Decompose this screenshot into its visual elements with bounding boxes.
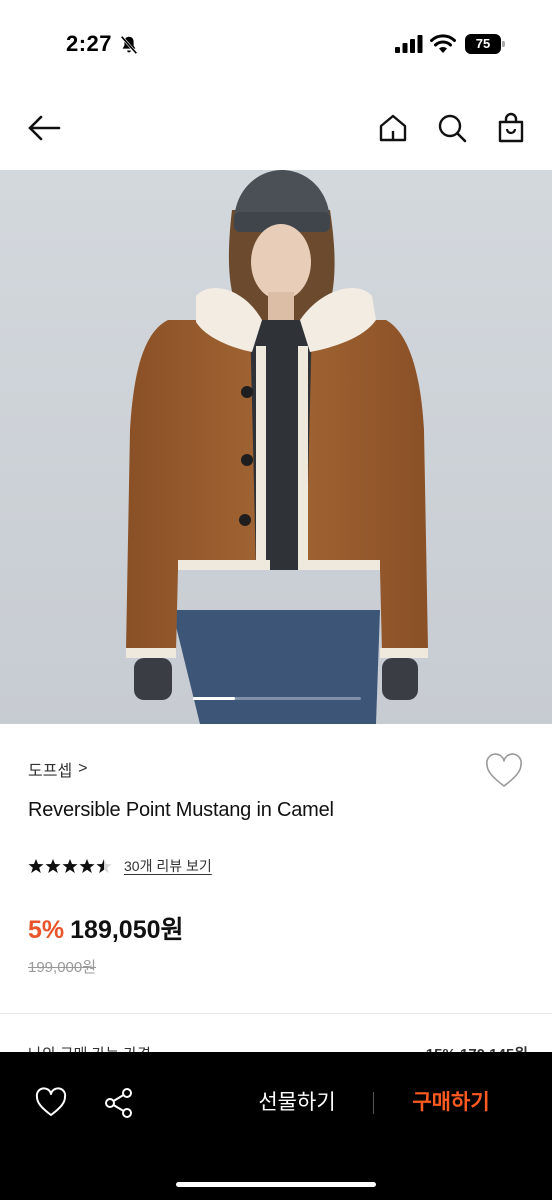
- home-indicator: [176, 1182, 376, 1187]
- heart-outline-icon: [486, 753, 522, 787]
- star-icon: [96, 859, 112, 873]
- wifi-icon: [430, 34, 456, 53]
- home-icon: [379, 114, 407, 142]
- review-link[interactable]: 30개 리뷰 보기: [124, 856, 212, 876]
- product-photo-illustration: [0, 170, 552, 724]
- section-divider: [0, 1013, 552, 1014]
- discount-rate: 5%: [28, 916, 65, 944]
- status-bar: 2:27 75: [0, 0, 552, 80]
- bell-off-icon: [120, 35, 138, 55]
- star-icon: [45, 859, 61, 873]
- chevron-right-icon: >: [78, 760, 88, 777]
- heart-outline-icon: [35, 1087, 67, 1116]
- signal-icon: [395, 35, 423, 53]
- sale-price: 189,050원: [70, 916, 184, 944]
- star-icon: [79, 859, 95, 873]
- carousel-indicator: [193, 697, 361, 700]
- rating-row: 30개 리뷰 보기: [28, 856, 212, 876]
- star-icon: [28, 859, 44, 873]
- gift-button[interactable]: 선물하기: [240, 1082, 354, 1124]
- share-button[interactable]: [102, 1086, 136, 1120]
- product-image[interactable]: [0, 170, 552, 724]
- back-arrow-icon: [28, 115, 61, 141]
- back-button[interactable]: [26, 110, 62, 146]
- search-icon: [438, 114, 467, 143]
- battery-cap: [502, 41, 505, 47]
- bottom-action-bar: 선물하기 구매하기: [0, 1052, 552, 1200]
- carousel-indicator-thumb: [193, 697, 235, 700]
- product-title: Reversible Point Mustang in Camel: [28, 799, 334, 821]
- wishlist-button[interactable]: [484, 752, 524, 792]
- bottom-bar-separator: [373, 1092, 374, 1114]
- app-header: [0, 92, 552, 170]
- search-button[interactable]: [434, 110, 470, 146]
- original-price: 199,000원: [28, 959, 97, 976]
- cart-button[interactable]: [493, 110, 529, 146]
- shopping-bag-icon: [498, 112, 524, 143]
- brand-name: 도프셉: [28, 763, 73, 780]
- battery-indicator: 75: [465, 34, 505, 54]
- price-row: 5% 189,050원: [28, 910, 184, 946]
- share-icon: [105, 1088, 132, 1118]
- status-time: 2:27: [66, 31, 113, 56]
- buy-button[interactable]: 구매하기: [396, 1082, 506, 1124]
- home-button[interactable]: [375, 110, 411, 146]
- rating-stars: [28, 858, 112, 874]
- brand-link[interactable]: 도프셉 >: [28, 757, 88, 781]
- bottom-wishlist-button[interactable]: [34, 1086, 68, 1120]
- battery-level: 75: [475, 36, 491, 51]
- star-icon: [62, 859, 78, 873]
